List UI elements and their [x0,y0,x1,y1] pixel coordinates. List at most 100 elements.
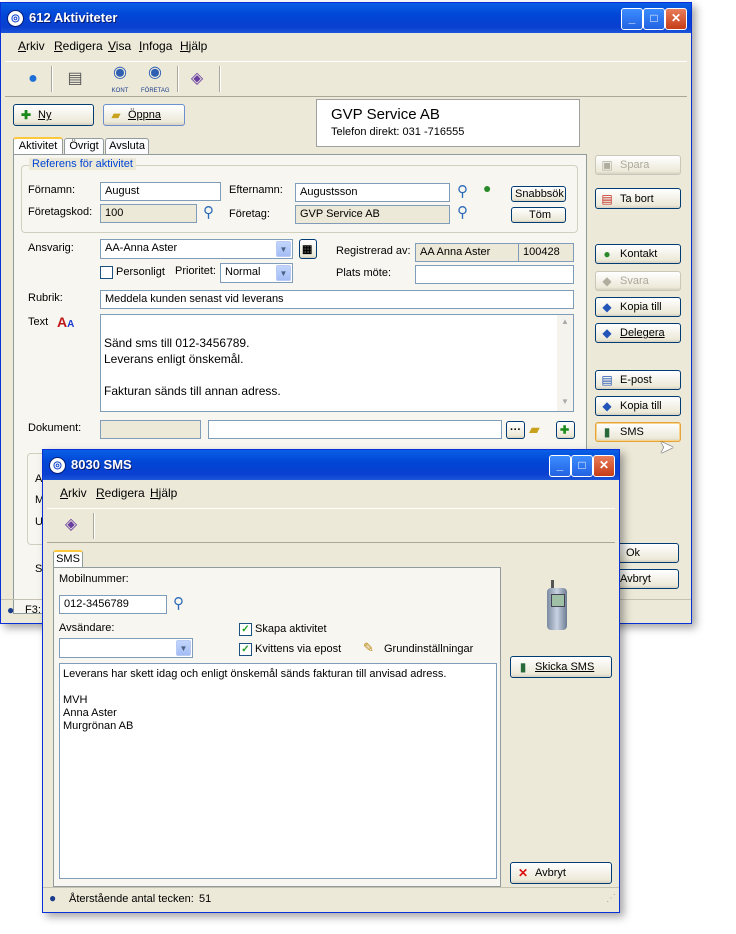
document-code-field[interactable] [100,420,201,439]
chevron-down-icon[interactable]: ▼ [176,640,191,656]
foretag-icon[interactable]: ◉ FÖRETAG [141,64,170,94]
meeting-place-field[interactable] [415,265,574,284]
menubar: Arkiv Redigera Visa Infoga Hjälp [5,35,687,57]
mobile-number-field[interactable]: 012-3456789 [59,595,167,614]
minimize-icon[interactable]: _ [621,8,643,30]
activities-titlebar[interactable]: ◎ 612 Aktiviteter _ □ ✕ [1,3,691,33]
delete-icon: ▤ [601,191,613,206]
search-icon[interactable]: ⚲ [173,594,184,612]
tab-ovrigt[interactable]: Övrigt [64,138,104,154]
firstname-field[interactable]: August [100,182,221,201]
search-icon[interactable]: ⚲ [457,203,468,221]
default-settings-link[interactable]: Grundinställningar [384,643,473,655]
menu-hjalp[interactable]: Hjälp [180,39,207,53]
save-button[interactable]: ▣ Spara [595,155,681,175]
maximize-icon[interactable]: □ [643,8,665,30]
sms-window-title: 8030 SMS [71,457,132,472]
menu-arkiv[interactable]: Arkiv [18,39,45,53]
sender-select[interactable]: ▼ [59,638,193,658]
contact-button[interactable]: ● Kontakt [595,244,681,264]
reply-button[interactable]: ◆ Svara [595,271,681,291]
person-icon[interactable]: ● [483,180,491,196]
close-icon[interactable]: ✕ [593,455,615,477]
email-icon: ▤ [601,373,613,387]
browse-button[interactable]: ··· [506,421,525,439]
email-button[interactable]: ▤ E-post [595,370,681,390]
menu-hjalp[interactable]: Hjälp [150,486,177,500]
subject-field[interactable]: Meddela kunden senast vid leverans [100,290,574,309]
calendar-button[interactable]: ▦ [299,239,317,259]
mobile-phone-icon [545,580,569,630]
menu-visa[interactable]: Visa [108,39,131,53]
copy-to-button[interactable]: ◆ Kopia till [595,297,681,317]
plus-icon: ✚ [20,108,32,122]
sms-statusbar: ● Återstående antal tecken: 51 ⋰ [43,887,619,910]
phone-icon: ▮ [519,660,527,674]
sms-titlebar[interactable]: ◎ 8030 SMS _ □ ✕ [43,450,619,480]
menu-redigera[interactable]: Redigera [54,39,103,53]
company-field[interactable]: GVP Service AB [295,205,450,224]
user-icon: ● [49,891,57,905]
delegate-button[interactable]: ◆ Delegera [595,323,681,343]
person-icon: ● [603,247,611,261]
delete-button[interactable]: ▤ Ta bort [595,188,681,209]
tab-sms[interactable]: SMS [53,550,83,568]
tab-avsluta[interactable]: Avsluta [105,138,149,154]
font-icon[interactable]: AA [57,314,74,330]
document-path-field[interactable] [208,420,502,439]
copy-to-2-button[interactable]: ◆ Kopia till [595,396,681,416]
maximize-icon[interactable]: □ [571,455,593,477]
create-activity-checkbox[interactable]: ✓ [239,623,252,636]
sms-cancel-button[interactable]: ✕ Avbryt [510,862,612,884]
sms-toolbar: ◈ [47,508,615,543]
clear-button[interactable]: Töm [511,207,566,223]
folder-icon[interactable]: ▰ [529,421,540,438]
send-sms-button[interactable]: ▮ Skicka SMS [510,656,612,678]
registered-by-field: AA Anna Aster [415,243,519,262]
printer-icon[interactable]: ▤ [63,67,87,91]
window-title: 612 Aktiviteter [29,10,118,25]
close-icon[interactable]: ✕ [665,8,687,30]
app-icon: ◎ [49,457,66,474]
resize-grip-icon[interactable]: ⋰ [606,893,616,904]
company-info-box: GVP Service AB Telefon direkt: 031 -7165… [316,99,580,147]
phone-icon: ▮ [603,425,611,439]
book-icon[interactable]: ◈ [185,67,209,91]
search-icon[interactable]: ⚲ [457,182,468,200]
company-code-field[interactable]: 100 [100,204,197,223]
chevron-down-icon[interactable]: ▼ [276,241,291,257]
activity-text-area[interactable]: Sänd sms till 012-3456789. Leverans enli… [100,314,574,412]
new-button[interactable]: ✚ Ny [13,104,94,126]
sms-menubar: Arkiv Redigera Hjälp [47,482,615,504]
folder-icon: ▰ [111,108,121,122]
menu-infoga[interactable]: Infoga [139,39,172,53]
lastname-field[interactable]: Augustsson [295,183,450,202]
pencil-icon[interactable]: ✎ [363,640,374,656]
personal-checkbox[interactable] [100,266,113,279]
save-icon: ▣ [601,158,613,172]
globe-icon[interactable]: ● [21,67,45,91]
tab-aktivitet[interactable]: Aktivitet [13,137,63,155]
minimize-icon[interactable]: _ [549,455,571,477]
receipt-email-checkbox[interactable]: ✓ [239,643,252,656]
company-name: GVP Service AB [331,106,440,123]
app-icon: ◎ [7,10,24,27]
kont-icon[interactable]: ◉ KONT [106,64,134,94]
sms-message-area[interactable]: Leverans har skett idag och enligt önske… [59,663,497,879]
search-icon[interactable]: ⚲ [203,203,214,221]
plus-icon: ✚ [560,424,570,437]
chevron-down-icon[interactable]: ▼ [276,265,291,281]
add-document-button[interactable]: ✚ [556,421,575,439]
menu-arkiv[interactable]: Arkiv [60,486,87,500]
menu-redigera[interactable]: Redigera [96,486,145,500]
quicksearch-button[interactable]: Snabbsök [511,186,566,202]
remaining-characters: 51 [199,893,212,905]
registered-id-field: 100428 [518,243,574,262]
copy-icon: ◆ [602,399,612,413]
responsible-select[interactable]: AA-Anna Aster ▼ [100,239,293,259]
priority-select[interactable]: Normal ▼ [220,263,293,283]
open-button[interactable]: ▰ Öppna [103,104,185,126]
book-icon[interactable]: ◈ [59,513,83,537]
company-phone: Telefon direkt: 031 -716555 [331,126,465,138]
text-scrollbar[interactable]: ▲ ▼ [557,315,573,411]
